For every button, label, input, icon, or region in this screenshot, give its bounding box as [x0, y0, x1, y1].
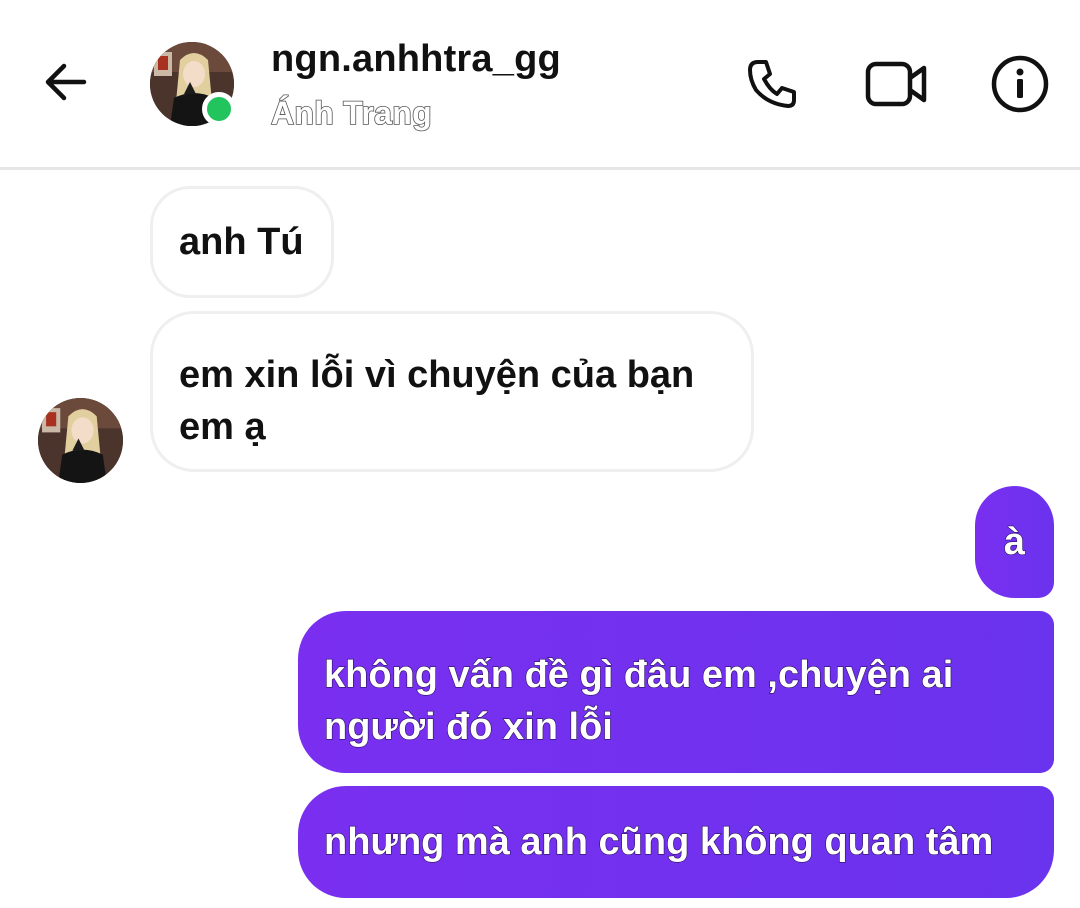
- incoming-message-bubble[interactable]: em xin lỗi vì chuyện của bạn em ạ: [150, 311, 754, 472]
- message-text-line: người đó xin lỗi: [323, 705, 613, 748]
- sender-avatar[interactable]: [38, 398, 123, 483]
- message-text-line: em ạ: [179, 406, 266, 448]
- incoming-message-bubble[interactable]: anh Tú: [150, 186, 334, 298]
- chat-header: ngn.anhhtra_gg Ánh Trang: [0, 0, 1080, 170]
- video-camera-icon: [865, 61, 927, 107]
- message-text-line: không vấn đề gì đâu em ,chuyện ai: [323, 653, 954, 696]
- info-icon: [991, 55, 1049, 113]
- outgoing-message-bubble[interactable]: không vấn đề gì đâu em ,chuyện ai người …: [298, 611, 1054, 773]
- call-button[interactable]: [740, 52, 804, 116]
- video-call-button[interactable]: [862, 52, 932, 116]
- message-text-line: em xin lỗi vì chuyện của bạn: [179, 354, 695, 396]
- arrow-left-icon: [45, 63, 87, 101]
- message-text: nhưng mà anh cũng không quan tâm: [323, 820, 994, 863]
- chat-display-name: Ánh Trang: [270, 94, 432, 132]
- chat-username[interactable]: ngn.anhhtra_gg: [271, 38, 561, 81]
- back-button[interactable]: [36, 52, 96, 112]
- online-status-dot: [202, 92, 236, 126]
- outgoing-message-bubble[interactable]: nhưng mà anh cũng không quan tâm: [298, 786, 1054, 898]
- message-text: anh Tú: [179, 221, 304, 263]
- avatar: [38, 398, 123, 483]
- header-avatar[interactable]: [150, 42, 236, 126]
- outgoing-message-bubble[interactable]: à: [975, 486, 1054, 598]
- message-text: à: [1003, 520, 1026, 563]
- info-button[interactable]: [988, 52, 1052, 116]
- phone-icon: [748, 60, 796, 108]
